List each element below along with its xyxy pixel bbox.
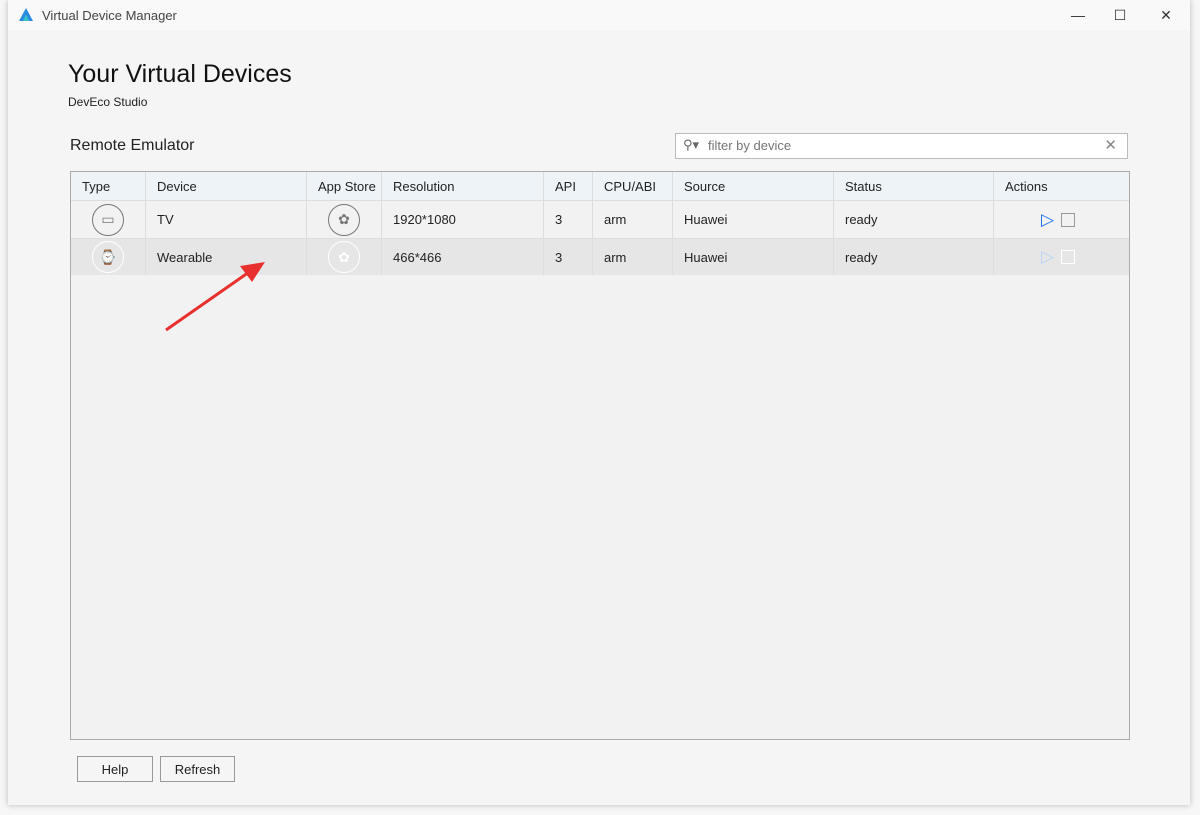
annotation-arrow — [165, 262, 265, 332]
